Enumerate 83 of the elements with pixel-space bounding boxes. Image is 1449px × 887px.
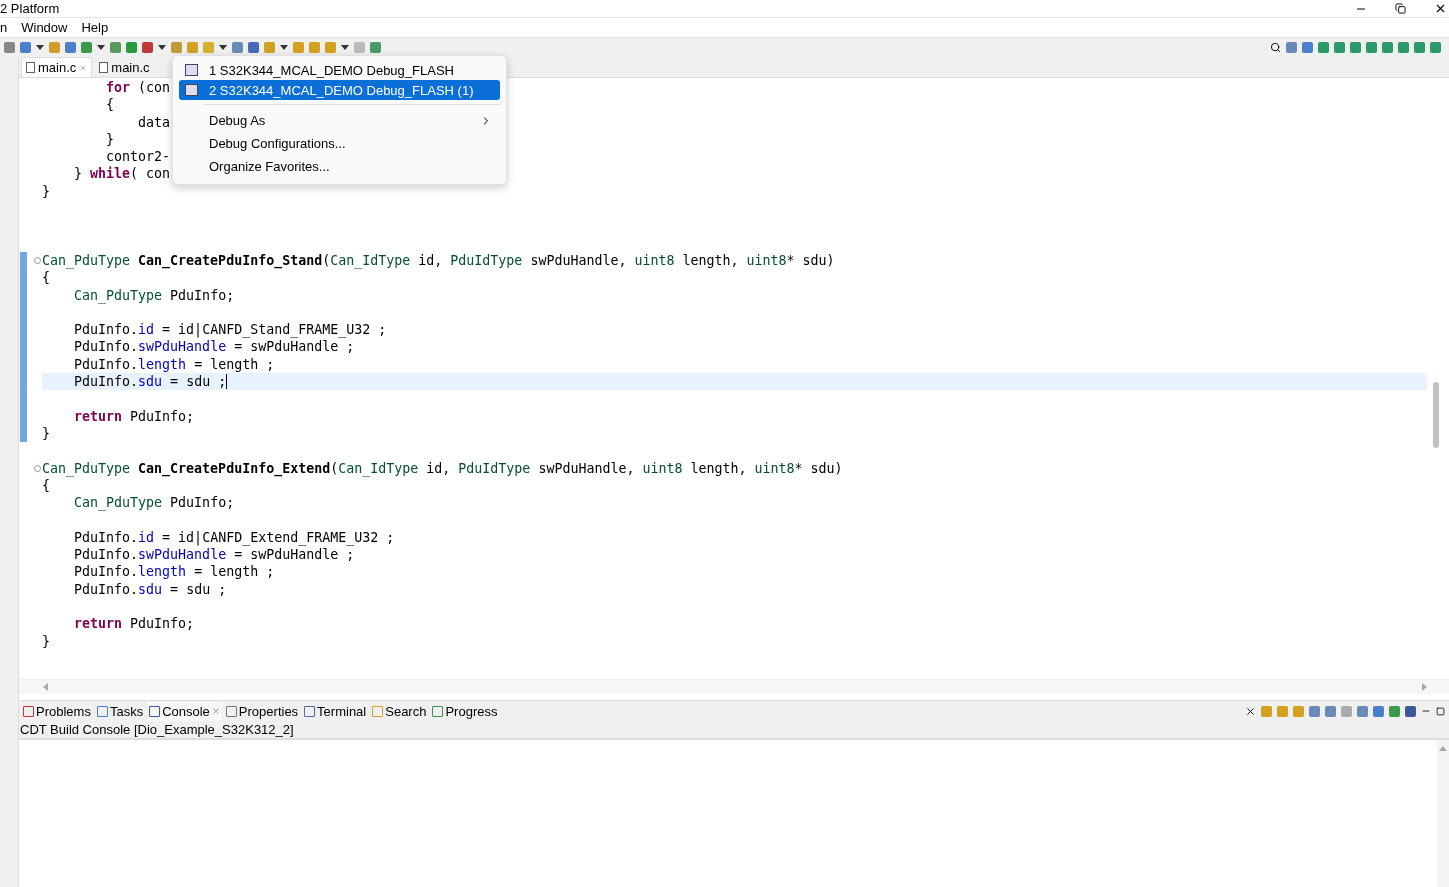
caret-icon[interactable] (280, 45, 288, 50)
scroll-left-icon[interactable] (43, 683, 48, 691)
file-icon (99, 62, 109, 73)
view-tab[interactable]: Properties (223, 701, 301, 721)
toolbar-icon[interactable] (1325, 705, 1336, 717)
code-line: PduInfo.id = id|CANFD_Stand_FRAME_U32 ; (73, 321, 387, 339)
code-line: PduInfo.length = length ; (73, 355, 275, 374)
caret-icon[interactable] (341, 45, 349, 50)
caret-icon[interactable] (97, 45, 105, 50)
tab-label: main.c (111, 60, 150, 75)
toolbar-icon[interactable] (1357, 705, 1368, 717)
code-line: PduInfo.length = length ; (73, 563, 275, 581)
tab-label: main.c (38, 60, 77, 75)
launch-config-icon (185, 64, 198, 76)
caret-icon[interactable] (158, 45, 166, 50)
caret-icon[interactable] (219, 45, 227, 50)
menu-item[interactable]: Help (81, 20, 109, 35)
code-line: Can_PduType PduInfo; (73, 286, 235, 304)
code-line: PduInfo.swPduHandle = swPduHandle ; (73, 546, 355, 564)
view-icon (432, 705, 444, 717)
toolbar-icon[interactable] (248, 42, 259, 53)
code-line: } (105, 130, 115, 149)
view-icon (372, 705, 384, 717)
code-line: for (con (105, 79, 171, 97)
code-line: { (42, 477, 50, 495)
code-line: Can_PduType Can_CreatePduInfo_Stand(Can_IdType id, PduIdType swPduHandle, uint8 length, uint8* sdu) (42, 251, 835, 270)
menu-item[interactable]: 1 S32K344_MCAL_DEMO Debug_FLASH (179, 60, 500, 80)
menu-item[interactable]: Debug As (179, 109, 500, 132)
code-line: PduInfo.sdu = sdu ; (73, 580, 227, 598)
code-line: PduInfo.swPduHandle = swPduHandle ; (73, 338, 355, 356)
view-icon (304, 705, 316, 717)
view-icon (96, 705, 108, 717)
view-tab[interactable]: Terminal (302, 701, 369, 721)
code-line: } (42, 632, 50, 650)
scroll-right-icon[interactable] (1422, 683, 1427, 691)
view-tab[interactable]: Tasks (94, 701, 146, 721)
toolbar-icon[interactable] (1389, 705, 1400, 717)
view-icon (225, 705, 237, 717)
menu-item[interactable]: Debug Configurations... (179, 132, 500, 155)
code-line: contor2- (105, 148, 171, 166)
caret-icon[interactable] (36, 45, 44, 50)
toolbar-icon[interactable] (65, 42, 76, 53)
file-icon (26, 62, 35, 73)
search-icon[interactable] (1270, 42, 1281, 53)
scroll-up-icon[interactable] (1439, 746, 1447, 751)
text-caret (226, 374, 228, 390)
toolbar-icon[interactable] (20, 42, 31, 53)
console-title: CDT Build Console [Dio_Example_S32K312_2] (20, 722, 294, 737)
code-line: PduInfo.sdu = sdu ; (73, 373, 227, 391)
view-tab[interactable]: Console (147, 701, 222, 721)
code-line: Can_PduType Can_CreatePduInfo_Extend(Can_IdType id, PduIdType swPduHandle, uint8 length, uint8* sdu) (42, 459, 843, 477)
menu-item[interactable]: n (0, 20, 8, 35)
menu-item[interactable]: Window (21, 20, 68, 35)
window-title: 2 Platform (0, 1, 60, 16)
code-line: { (42, 269, 50, 287)
view-icon (23, 705, 34, 717)
code-line: } while( con (73, 165, 171, 183)
view-tab[interactable]: Search (370, 701, 429, 721)
view-tab[interactable]: Progress (430, 701, 500, 721)
code-line: Can_PduType PduInfo; (73, 494, 235, 512)
code-line: return PduInfo; (73, 407, 195, 425)
toolbar-icon[interactable] (1309, 705, 1320, 717)
code-line: return PduInfo; (73, 615, 195, 633)
code-line: PduInfo.id = id|CANFD_Extend_FRAME_U32 ; (73, 528, 395, 546)
menu-item[interactable]: Organize Favorites... (179, 155, 500, 178)
view-tab[interactable]: Problems (21, 701, 93, 721)
scrollbar-thumb[interactable] (1433, 382, 1439, 448)
clear-icon[interactable] (1245, 705, 1256, 717)
code-line: data (137, 113, 171, 131)
toolbar-icon[interactable] (1405, 705, 1416, 717)
editor-tab[interactable]: main.c (21, 57, 93, 77)
restore-icon[interactable] (1395, 3, 1406, 14)
close-icon[interactable] (1434, 2, 1447, 15)
view-icon (149, 705, 161, 717)
menu-item[interactable]: 2 S32K344_MCAL_DEMO Debug_FLASH (1) (179, 80, 500, 100)
launch-config-icon (185, 84, 198, 96)
code-line: { (105, 96, 115, 114)
code-line: } (42, 424, 50, 443)
code-line: } (42, 182, 50, 201)
toolbar-icon[interactable] (142, 42, 153, 53)
toolbar-icon[interactable] (1302, 42, 1313, 53)
toolbar-icon[interactable] (1373, 705, 1384, 717)
maximize-icon[interactable] (1436, 706, 1445, 716)
